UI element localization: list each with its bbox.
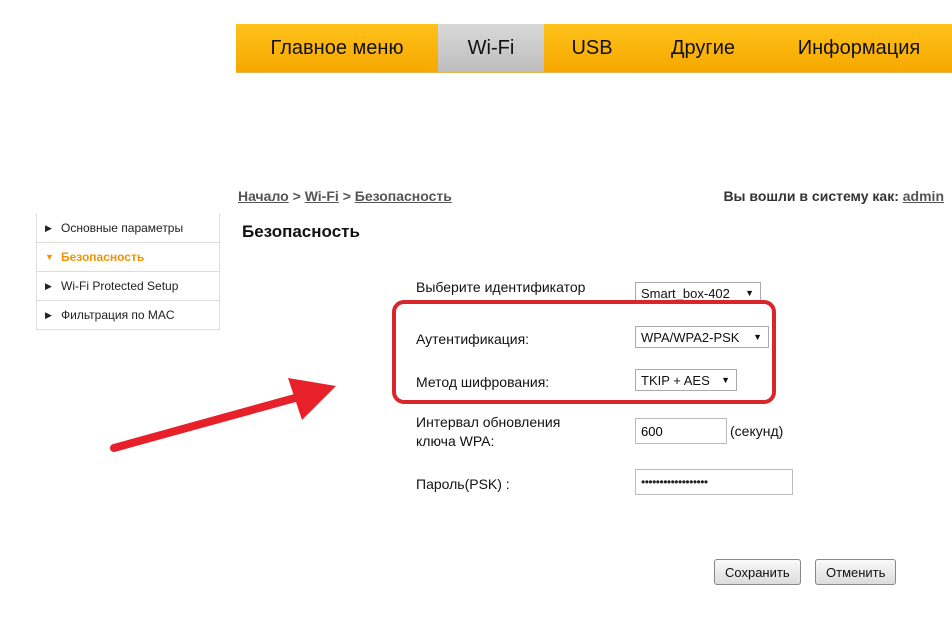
sidebar-menu: ▶ Основные параметры ▼ Безопасность ▶ Wi… bbox=[36, 214, 220, 330]
sidebar-item-label: Фильтрация по MAC bbox=[61, 308, 175, 322]
auth-label: Аутентификация: bbox=[416, 331, 530, 347]
breadcrumb-separator: > bbox=[342, 188, 351, 204]
sidebar-item-label: Безопасность bbox=[61, 250, 145, 264]
encryption-label: Метод шифрования: bbox=[416, 374, 550, 390]
top-navigation: Главное меню Wi-Fi USB Другие Информация bbox=[236, 24, 952, 73]
sidebar-item-basic-settings[interactable]: ▶ Основные параметры bbox=[37, 214, 219, 243]
interval-label-line2: ключа WPA: bbox=[416, 433, 495, 449]
interval-unit: (секунд) bbox=[730, 423, 784, 439]
sidebar-item-label: Wi-Fi Protected Setup bbox=[61, 279, 179, 293]
page-title: Безопасность bbox=[242, 222, 360, 241]
psk-password-input[interactable]: •••••••••••••••••• bbox=[635, 469, 793, 495]
caret-down-icon: ▼ bbox=[745, 288, 754, 298]
tab-other[interactable]: Другие bbox=[640, 24, 766, 72]
encryption-select[interactable]: TKIP + AES ▼ bbox=[635, 369, 737, 391]
caret-down-icon: ▼ bbox=[753, 332, 762, 342]
triangle-down-icon: ▼ bbox=[45, 252, 54, 262]
interval-label-line1: Интервал обновления bbox=[416, 414, 561, 430]
breadcrumb-separator: > bbox=[292, 188, 301, 204]
auth-select[interactable]: WPA/WPA2-PSK ▼ bbox=[635, 326, 769, 348]
save-button[interactable]: Сохранить bbox=[714, 559, 801, 585]
auth-select-value: WPA/WPA2-PSK bbox=[641, 329, 740, 345]
sidebar-item-security[interactable]: ▼ Безопасность bbox=[37, 243, 219, 272]
breadcrumb-home-link[interactable]: Начало bbox=[238, 188, 289, 204]
cancel-button[interactable]: Отменить bbox=[815, 559, 897, 585]
triangle-right-icon: ▶ bbox=[45, 280, 52, 291]
encryption-select-value: TKIP + AES bbox=[641, 372, 710, 388]
tab-main-menu[interactable]: Главное меню bbox=[236, 24, 438, 72]
tab-usb[interactable]: USB bbox=[544, 24, 640, 72]
breadcrumb-current-link[interactable]: Безопасность bbox=[355, 188, 452, 204]
triangle-right-icon: ▶ bbox=[45, 222, 52, 233]
triangle-right-icon: ▶ bbox=[45, 309, 52, 320]
tab-wifi[interactable]: Wi-Fi bbox=[438, 24, 544, 72]
breadcrumb-wifi-link[interactable]: Wi-Fi bbox=[305, 188, 339, 204]
interval-input[interactable] bbox=[635, 418, 727, 444]
psk-label: Пароль(PSK) : bbox=[416, 476, 510, 492]
sidebar-item-wps[interactable]: ▶ Wi-Fi Protected Setup bbox=[37, 272, 219, 301]
tab-information[interactable]: Информация bbox=[766, 24, 952, 72]
red-arrow-icon bbox=[110, 378, 336, 452]
login-user-link[interactable]: admin bbox=[903, 188, 944, 204]
ssid-label: Выберите идентификатор bbox=[416, 279, 586, 295]
breadcrumb: Начало > Wi-Fi > Безопасность bbox=[238, 188, 452, 204]
sidebar-item-mac-filter[interactable]: ▶ Фильтрация по MAC bbox=[37, 301, 219, 330]
interval-label: Интервал обновления ключа WPA: bbox=[416, 413, 560, 451]
login-status: Вы вошли в систему как: admin bbox=[723, 188, 944, 204]
caret-down-icon: ▼ bbox=[721, 375, 730, 385]
sidebar-item-label: Основные параметры bbox=[61, 221, 184, 235]
ssid-select-value: Smart_box-402 bbox=[641, 285, 730, 301]
login-prefix: Вы вошли в систему как: bbox=[723, 188, 899, 204]
